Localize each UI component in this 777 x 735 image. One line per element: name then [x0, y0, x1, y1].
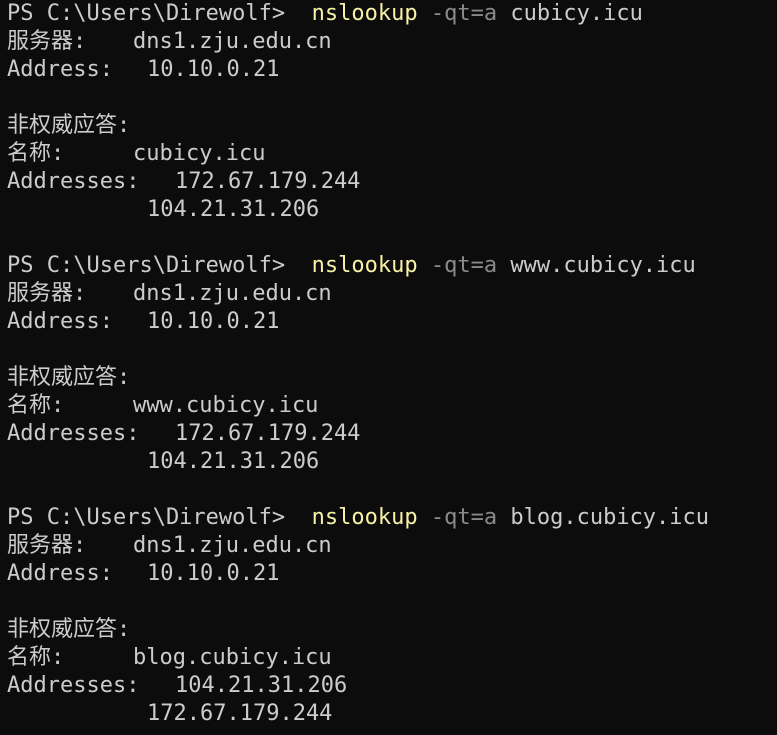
name-value: cubicy.icu	[133, 141, 266, 166]
addresses-continuation-line: 104.21.31.206	[7, 196, 777, 224]
server-line: 服务器: dns1.zju.edu.cn	[7, 280, 777, 308]
addresses-line: Addresses: 172.67.179.244	[7, 420, 777, 448]
target-text: cubicy.icu	[510, 1, 643, 26]
addresses-value: 172.67.179.244	[175, 421, 361, 446]
server-value: dns1.zju.edu.cn	[133, 29, 332, 54]
addresses-continuation-line: 104.21.31.206	[7, 448, 777, 476]
nonauth-line: 非权威应答:	[7, 617, 131, 642]
server-line: 服务器: dns1.zju.edu.cn	[7, 28, 777, 56]
name-line: 名称: www.cubicy.icu	[7, 392, 777, 420]
command-text: nslookup	[311, 253, 418, 278]
prompt-text: PS C:\Users\Direwolf>	[7, 253, 286, 278]
name-label: 名称:	[7, 393, 65, 418]
server-label: 服务器:	[7, 281, 87, 306]
addresses-label: Addresses:	[7, 673, 140, 698]
addresses-value: 172.67.179.244	[175, 169, 361, 194]
name-value: www.cubicy.icu	[133, 393, 319, 418]
nonauth-line: 非权威应答:	[7, 365, 131, 390]
server-value: dns1.zju.edu.cn	[133, 533, 332, 558]
addresses-line: Addresses: 104.21.31.206	[7, 672, 777, 700]
prompt-text: PS C:\Users\Direwolf>	[7, 1, 286, 26]
nslookup-block: PS C:\Users\Direwolf> nslookup -qt=a www…	[7, 252, 777, 504]
name-label: 名称:	[7, 141, 65, 166]
flag-text: -qt=a	[430, 505, 498, 530]
nslookup-block: PS C:\Users\Direwolf> nslookup -qt=a blo…	[7, 504, 777, 728]
prompt-line: PS C:\Users\Direwolf> nslookup -qt=a www…	[7, 252, 777, 280]
addresses-line: Addresses: 172.67.179.244	[7, 168, 777, 196]
address-value: 10.10.0.21	[147, 309, 280, 334]
addresses-label: Addresses:	[7, 169, 140, 194]
flag-text: -qt=a	[430, 1, 498, 26]
server-value: dns1.zju.edu.cn	[133, 281, 332, 306]
name-line: 名称: cubicy.icu	[7, 140, 777, 168]
prompt-line: PS C:\Users\Direwolf> nslookup -qt=a blo…	[7, 504, 777, 532]
nslookup-block: PS C:\Users\Direwolf> nslookup -qt=a cub…	[7, 0, 777, 252]
target-text: www.cubicy.icu	[510, 253, 696, 278]
address-label: Address:	[7, 57, 113, 82]
addresses-value: 104.21.31.206	[175, 673, 348, 698]
command-text: nslookup	[311, 505, 418, 530]
addresses-label: Addresses:	[7, 421, 140, 446]
addresses-continuation-line: 172.67.179.244	[7, 700, 777, 728]
address-line: Address: 10.10.0.21	[7, 56, 777, 84]
address-label: Address:	[7, 309, 113, 334]
address-line: Address: 10.10.0.21	[7, 308, 777, 336]
address-line: Address: 10.10.0.21	[7, 560, 777, 588]
name-value: blog.cubicy.icu	[133, 645, 332, 670]
target-text: blog.cubicy.icu	[510, 505, 710, 530]
nonauth-line: 非权威应答:	[7, 113, 131, 138]
addresses-value: 104.21.31.206	[147, 197, 320, 222]
server-label: 服务器:	[7, 29, 87, 54]
address-value: 10.10.0.21	[147, 561, 280, 586]
server-label: 服务器:	[7, 533, 87, 558]
prompt-text: PS C:\Users\Direwolf>	[7, 505, 286, 530]
name-label: 名称:	[7, 645, 65, 670]
address-label: Address:	[7, 561, 113, 586]
prompt-line: PS C:\Users\Direwolf> nslookup -qt=a cub…	[7, 0, 777, 28]
server-line: 服务器: dns1.zju.edu.cn	[7, 532, 777, 560]
terminal-window[interactable]: PS C:\Users\Direwolf> nslookup -qt=a cub…	[0, 0, 777, 735]
name-line: 名称: blog.cubicy.icu	[7, 644, 777, 672]
command-text: nslookup	[311, 1, 418, 26]
address-value: 10.10.0.21	[147, 57, 280, 82]
flag-text: -qt=a	[430, 253, 498, 278]
addresses-value: 172.67.179.244	[147, 701, 333, 726]
addresses-value: 104.21.31.206	[147, 449, 320, 474]
